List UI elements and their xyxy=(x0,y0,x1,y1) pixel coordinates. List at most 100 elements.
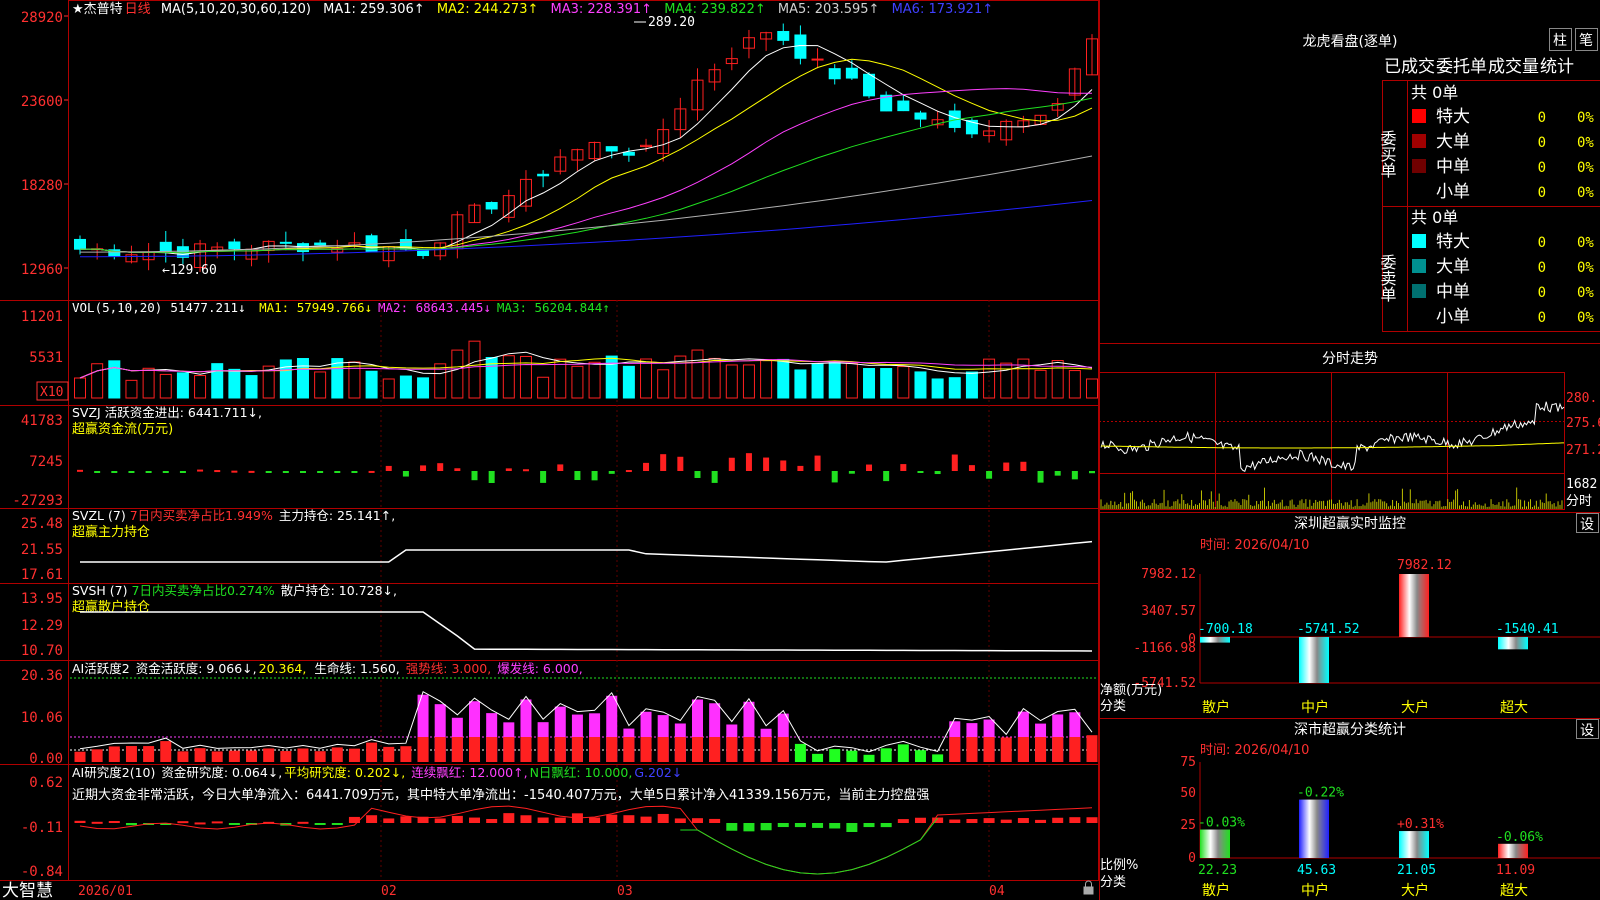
sc-y-tick: 25 xyxy=(1180,818,1196,833)
money-flow-bar xyxy=(334,471,341,473)
activity-base xyxy=(726,737,738,762)
kline-header: ★杰普特 日线 MA(5,10,20,30,60,120) MA1: 259.30… xyxy=(72,2,993,17)
activity-base xyxy=(1017,737,1029,762)
svsh-y-tick: 13.95 xyxy=(21,591,63,607)
left-axis-ticks xyxy=(64,15,68,269)
ma-line xyxy=(79,58,1093,254)
row-name: 特大 xyxy=(1436,107,1470,127)
row-percent: 0% xyxy=(1577,310,1594,326)
money-flow-bar xyxy=(625,470,632,473)
candle-body xyxy=(485,202,498,210)
money-flow-bar xyxy=(231,470,238,473)
money-flow-bar xyxy=(505,468,512,471)
ma-line xyxy=(80,155,1093,253)
research-bar xyxy=(366,815,378,823)
svzj-header: SVZJ 活跃资金进出: 6441.711↓, xyxy=(72,405,262,420)
activity-bar xyxy=(263,748,275,762)
row-name: 大单 xyxy=(1436,257,1470,277)
row-count: 0 xyxy=(1538,135,1546,151)
volume-bar xyxy=(794,369,807,399)
money-flow-bar xyxy=(574,471,581,481)
research-bar xyxy=(983,818,995,823)
pen-mode-label: 笔 xyxy=(1579,33,1593,49)
money-flow-bar xyxy=(214,470,221,473)
sz-bar-value: -700.18 xyxy=(1198,622,1253,637)
lock-icon[interactable] xyxy=(1083,880,1094,895)
money-flow-bar xyxy=(557,464,564,471)
legend-swatch xyxy=(1412,259,1426,273)
research-bar xyxy=(451,815,463,823)
research-bar xyxy=(314,823,326,825)
sc-value-label: 21.05 xyxy=(1397,863,1436,878)
row-count: 0 xyxy=(1538,185,1546,201)
research-bar xyxy=(1052,817,1064,823)
fs-vol-label: 分时 xyxy=(1566,494,1592,509)
candle-body xyxy=(914,112,927,120)
volume-bar xyxy=(74,377,86,399)
volume-bar xyxy=(1086,378,1098,399)
activity-base xyxy=(554,737,566,762)
research-bar xyxy=(537,817,549,823)
money-flow-bar xyxy=(1071,471,1078,480)
volume-bar xyxy=(828,360,841,399)
research-line-green xyxy=(680,817,938,875)
volume-chart xyxy=(74,340,1098,399)
tab-volume: 成交量 xyxy=(1488,57,1539,77)
money-flow-bar xyxy=(660,454,667,471)
money-flow-bar xyxy=(145,471,152,473)
sc-change-label: -0.06% xyxy=(1496,830,1543,845)
volume-bar xyxy=(640,358,653,399)
intraday-price-line xyxy=(1100,401,1565,473)
money-flow-bar xyxy=(77,469,83,472)
lhb-tabs[interactable]: 已成交 委托单 成交量 统计 xyxy=(1384,57,1574,77)
svsh-chart xyxy=(80,611,1093,652)
money-flow-bar xyxy=(848,471,855,474)
left-axis-labels: 28920 23600 18280 12960 11201 5531 41783… xyxy=(12,10,63,880)
sc-change-label: -0.03% xyxy=(1198,816,1245,831)
sc-y-axis: 75 50 25 0 xyxy=(1180,755,1196,866)
activity-bar xyxy=(74,751,86,762)
money-flow-bar xyxy=(643,462,650,471)
volume-bar xyxy=(245,375,258,399)
money-flow-bar xyxy=(917,471,924,473)
candle-body xyxy=(228,241,241,250)
research-bar xyxy=(880,823,892,828)
research-bar xyxy=(794,823,806,828)
main-force-line xyxy=(80,540,1093,563)
research-bar xyxy=(348,816,360,823)
activity-base xyxy=(777,737,789,762)
volume-bar xyxy=(725,364,738,399)
bar-mode-label: 柱 xyxy=(1553,33,1567,49)
volume-bar xyxy=(348,361,361,399)
buy-rows: 特大 0 0% 大单 0 0% 中单 0 0% 小单 0 0% xyxy=(1412,107,1594,202)
kline-y-tick: 23600 xyxy=(21,94,63,110)
sc-title: 深市超赢分类统计 xyxy=(1294,721,1406,738)
research-bar xyxy=(400,816,412,823)
activity-bar xyxy=(108,746,120,762)
sz-y-axis: 7982.12 3407.57 0 -1166.98 -5741.52 xyxy=(1133,567,1196,691)
activity-bar xyxy=(383,746,395,762)
activity-bar xyxy=(194,748,206,762)
x-tick: 03 xyxy=(617,884,633,899)
activity-bar xyxy=(280,751,292,762)
kline-y-tick: 28920 xyxy=(21,10,63,26)
legend-swatch xyxy=(1412,159,1426,173)
activity-bar xyxy=(228,750,240,762)
svsh-header: SVSH (7) 7日内买卖净占比0.274% 散户持仓: 10.728↓, xyxy=(72,583,397,598)
money-flow-bar xyxy=(317,471,324,473)
svzj-y-tick: 7245 xyxy=(29,454,63,470)
candle-body xyxy=(897,100,910,112)
money-flow-bar xyxy=(265,471,272,473)
research-bar xyxy=(177,821,189,824)
lhb-title: 龙虎看盘(逐单) xyxy=(1303,33,1398,50)
volume-bar xyxy=(880,368,893,399)
fs-chart xyxy=(1100,401,1565,509)
research-bar xyxy=(486,818,498,823)
x-axis: 2026/01 02 03 04 xyxy=(78,884,1005,899)
volume-bar xyxy=(811,363,824,399)
activity-base xyxy=(606,737,618,762)
fs-y-tick: 271.2 xyxy=(1566,443,1600,458)
sz-bar xyxy=(1399,574,1429,637)
volume-bar xyxy=(176,372,189,399)
research-bar xyxy=(211,821,223,824)
